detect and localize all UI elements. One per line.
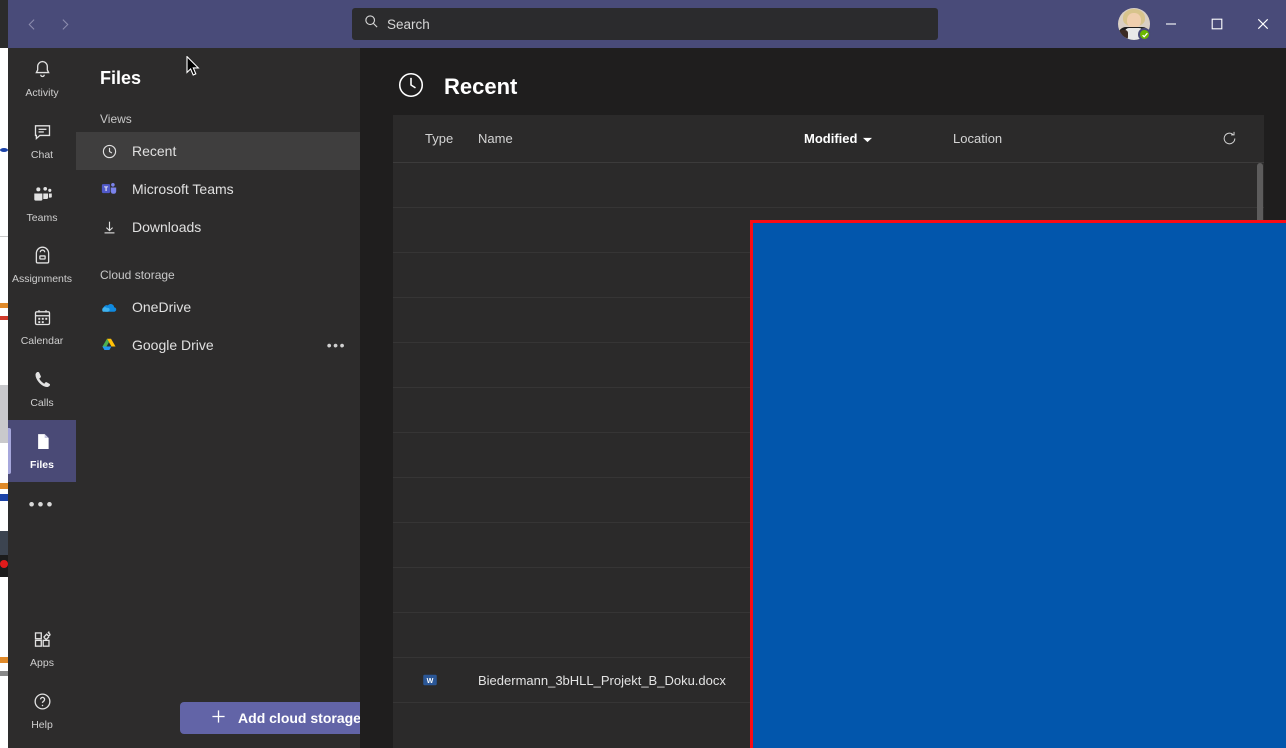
file-icon [32,431,53,457]
forward-button[interactable] [48,8,80,40]
sidebar-item-label: OneDrive [132,299,192,315]
rail-item-assignments[interactable]: Assignments [8,234,76,296]
maximize-button[interactable] [1194,0,1240,48]
svg-text:W: W [427,677,434,685]
rail-label: Teams [26,211,58,224]
sidebar-item-label: Google Drive [132,337,214,353]
files-sidebar: Files Views Recent T Microsoft Teams Dow… [76,48,392,748]
page-title: Recent [444,74,518,99]
clock-icon [396,70,426,105]
sidebar-item-onedrive[interactable]: OneDrive [76,288,360,326]
redaction-overlay [750,220,1286,748]
sidebar-title: Files [100,68,142,88]
rail-item-teams[interactable]: Teams [8,172,76,234]
search-bar[interactable]: Search [352,8,938,40]
sidebar-item-overflow[interactable]: ••• [327,337,346,353]
history-nav [16,8,80,40]
plus-icon [211,709,226,727]
page-header: Recent [396,60,517,114]
rail-label: Help [31,719,53,731]
ellipsis-icon: ••• [28,495,56,514]
table-row[interactable] [393,163,1264,208]
column-header-name[interactable]: Name [478,131,513,146]
rail-item-chat[interactable]: Chat [8,110,76,172]
mouse-cursor [186,55,200,82]
chat-bubble-icon [32,121,53,147]
rail-label: Assignments [11,273,73,285]
bell-icon [32,59,53,85]
close-button[interactable] [1240,0,1286,48]
title-bar: Search [8,0,1286,48]
search-placeholder-text: Search [387,16,430,32]
rail-label: Activity [25,87,59,99]
calendar-icon [32,307,53,333]
rail-item-calendar[interactable]: Calendar [8,296,76,358]
sidebar-item-downloads[interactable]: Downloads [76,208,360,246]
clock-icon [100,142,118,160]
phone-icon [32,369,53,395]
search-input[interactable]: Search [352,8,938,40]
sidebar-item-label: Microsoft Teams [132,181,234,197]
file-name: Biedermann_3bHLL_Projekt_B_Doku.docx [478,672,726,688]
rail-item-apps[interactable]: Apps [8,618,76,680]
main-content: Recent Type Name Modified Location W Bie… [360,48,1286,748]
add-cloud-storage-label: Add cloud storage [238,710,361,726]
sidebar-item-label: Recent [132,143,177,159]
column-header-location[interactable]: Location [953,131,1002,146]
rail-label: Chat [30,149,54,161]
column-header-modified-label: Modified [804,131,858,146]
teams-window: Search Activity Chat Teams Assignments C… [8,0,1286,748]
google-drive-icon [100,336,118,354]
refresh-icon[interactable] [1221,130,1238,147]
download-arrow-icon [100,218,118,236]
sidebar-item-recent[interactable]: Recent [76,132,360,170]
views-section-label: Views [100,112,132,126]
rail-bottom-group: Apps Help [8,618,76,742]
rail-item-more[interactable]: ••• [8,482,76,528]
column-header-type[interactable]: Type [425,131,453,146]
minimize-button[interactable] [1148,0,1194,48]
backpack-icon [32,245,53,271]
sidebar-item-google-drive[interactable]: Google Drive ••• [76,326,360,364]
search-icon [364,14,379,34]
people-icon [31,183,53,210]
cloud-storage-section-label: Cloud storage [100,268,175,282]
onedrive-cloud-icon [100,298,118,316]
back-button[interactable] [16,8,48,40]
teams-logo-icon: T [100,180,118,198]
rail-item-calls[interactable]: Calls [8,358,76,420]
table-header-row: Type Name Modified Location [393,115,1264,163]
rail-label: Files [30,459,54,471]
user-avatar-button[interactable] [1118,8,1151,41]
caret-down-icon [863,131,873,146]
rail-label: Apps [30,657,54,669]
rail-item-activity[interactable]: Activity [8,48,76,110]
apps-grid-icon [32,629,53,655]
app-rail: Activity Chat Teams Assignments Calendar… [8,48,76,748]
rail-item-files[interactable]: Files [8,420,76,482]
sidebar-item-label: Downloads [132,219,202,235]
sidebar-item-microsoft-teams[interactable]: T Microsoft Teams [76,170,360,208]
question-circle-icon [32,691,53,717]
rail-item-help[interactable]: Help [8,680,76,742]
rail-label: Calls [30,397,54,409]
file-type-icon: W [421,671,443,689]
background-window-sliver [0,0,8,748]
rail-label: Calendar [20,335,64,347]
column-header-modified[interactable]: Modified [804,131,873,146]
